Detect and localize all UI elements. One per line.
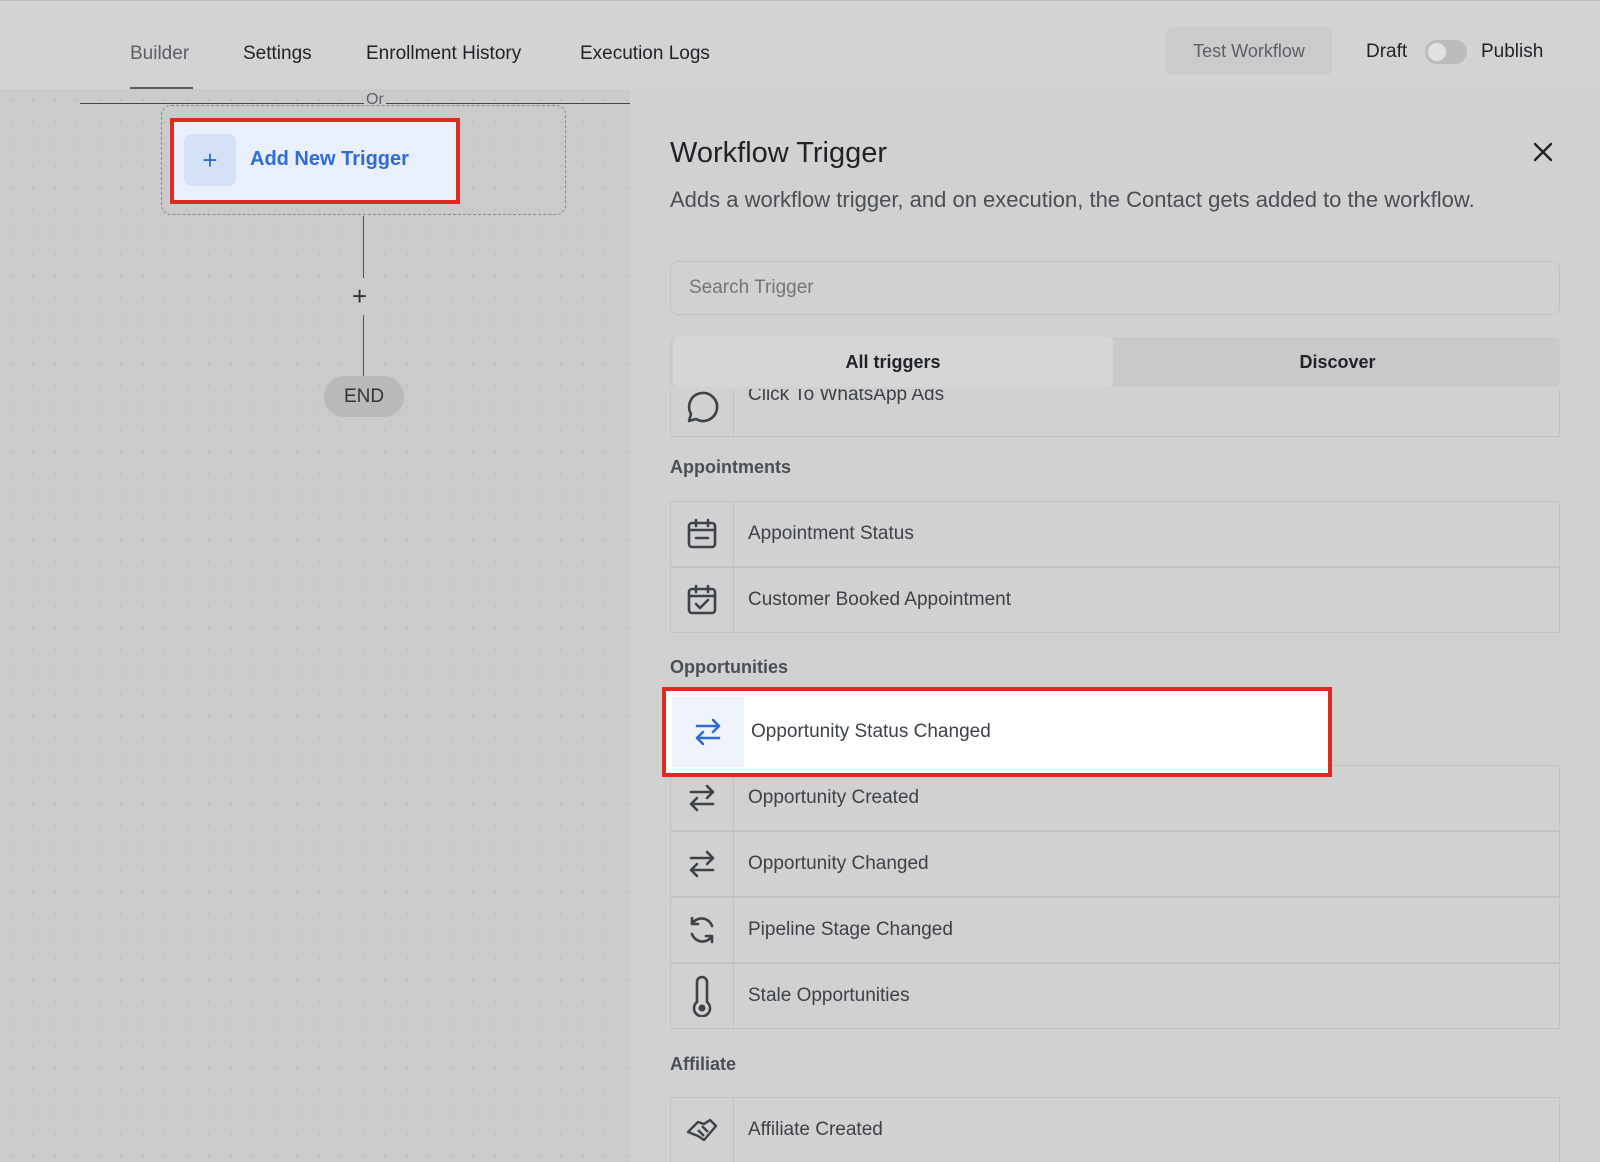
handshake-icon — [671, 1098, 734, 1162]
tab-builder[interactable]: Builder — [130, 43, 189, 65]
plus-icon: + — [184, 134, 236, 186]
panel-title: Workflow Trigger — [670, 137, 888, 169]
list-item-label: Stale Opportunities — [748, 985, 910, 1006]
connector-line — [363, 315, 364, 377]
list-item-label: Affiliate Created — [748, 1119, 883, 1140]
arrows-exchange-icon — [672, 697, 744, 767]
list-item-click-to-whatsapp-ads[interactable]: Click To WhatsApp Ads — [670, 389, 1560, 437]
close-icon[interactable] — [1532, 141, 1554, 163]
section-opportunities: Opportunities — [670, 657, 788, 677]
section-appointments: Appointments — [670, 457, 791, 477]
add-new-trigger-button[interactable]: + Add New Trigger — [170, 118, 460, 204]
calendar-icon — [671, 502, 734, 566]
list-item-opportunity-status-changed[interactable]: Opportunity Status Changed — [662, 687, 1332, 777]
list-item-label: Opportunity Status Changed — [751, 721, 991, 742]
or-divider — [80, 103, 630, 104]
or-label: Or — [364, 93, 386, 104]
publish-toggle[interactable] — [1425, 40, 1467, 64]
section-affiliate: Affiliate — [670, 1054, 737, 1074]
segment-all-triggers[interactable]: All triggers — [673, 337, 1113, 387]
list-item-appointment-status[interactable]: Appointment Status — [670, 501, 1560, 567]
list-item-pipeline-stage-changed[interactable]: Pipeline Stage Changed — [670, 897, 1560, 963]
refresh-icon — [671, 898, 734, 962]
list-item-label: Opportunity Changed — [748, 853, 929, 874]
end-node: END — [324, 376, 404, 417]
list-item-label: Pipeline Stage Changed — [748, 919, 953, 940]
calendar-check-icon — [671, 568, 734, 632]
list-item-stale-opportunities[interactable]: Stale Opportunities — [670, 963, 1560, 1029]
list-item-label: Customer Booked Appointment — [748, 589, 1011, 610]
list-item-customer-booked-appointment[interactable]: Customer Booked Appointment — [670, 567, 1560, 633]
publish-label: Publish — [1481, 41, 1544, 62]
tab-settings[interactable]: Settings — [243, 43, 312, 65]
list-item-label: Click To WhatsApp Ads — [748, 389, 945, 405]
tab-execution-logs[interactable]: Execution Logs — [580, 43, 710, 65]
segment-discover[interactable]: Discover — [1115, 337, 1560, 387]
connector-line — [363, 216, 364, 278]
tab-enrollment-history[interactable]: Enrollment History — [366, 43, 521, 65]
search-trigger-input[interactable] — [670, 261, 1560, 315]
whatsapp-icon — [671, 389, 734, 436]
trigger-list: Click To WhatsApp Ads Appointments Appoi… — [630, 389, 1600, 1162]
test-workflow-button[interactable]: Test Workflow — [1166, 27, 1332, 75]
panel-subtitle: Adds a workflow trigger, and on executio… — [670, 187, 1475, 212]
workflow-canvas[interactable] — [0, 89, 630, 1162]
list-item-label: Appointment Status — [748, 523, 914, 544]
workflow-trigger-panel: Workflow Trigger Adds a workflow trigger… — [630, 89, 1600, 1162]
arrows-exchange-icon — [671, 832, 734, 896]
add-new-trigger-label: Add New Trigger — [250, 148, 409, 170]
toggle-knob — [1428, 43, 1446, 61]
add-step-button[interactable]: + — [352, 283, 367, 309]
trigger-segment-control: All triggers Discover — [670, 337, 1560, 387]
top-navigation-bar: Builder Settings Enrollment History Exec… — [0, 0, 1600, 90]
list-item-affiliate-created[interactable]: Affiliate Created — [670, 1097, 1560, 1162]
draft-label: Draft — [1366, 41, 1408, 62]
list-item-opportunity-changed[interactable]: Opportunity Changed — [670, 831, 1560, 897]
thermometer-icon — [671, 964, 734, 1028]
